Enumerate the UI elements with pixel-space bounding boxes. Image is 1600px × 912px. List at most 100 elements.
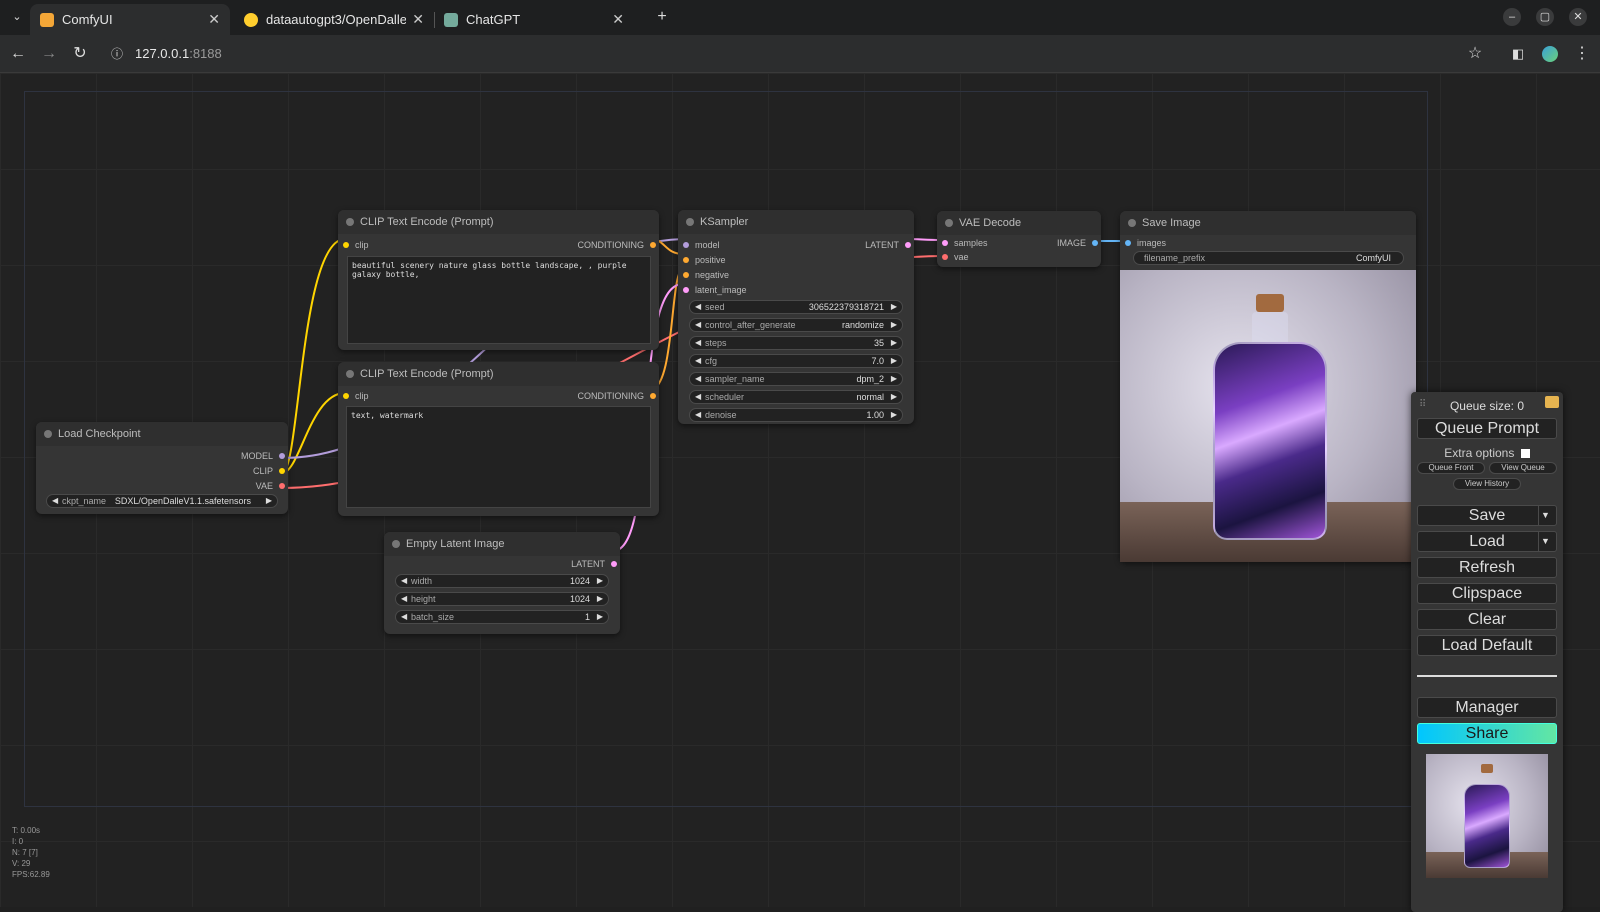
graph-canvas[interactable]: Load Checkpoint MODEL CLIP VAE ◀ ckpt_na… xyxy=(0,73,1600,912)
ksampler-node[interactable]: KSampler model positive negative latent_… xyxy=(678,210,914,424)
back-icon[interactable]: ← xyxy=(8,44,28,64)
clear-button[interactable]: Clear xyxy=(1417,609,1557,630)
settings-gear-icon[interactable] xyxy=(1545,396,1559,408)
input-samples[interactable]: samples xyxy=(942,237,988,249)
tab-list-icon[interactable]: ⌄ xyxy=(7,7,27,27)
ckpt-name-widget[interactable]: ◀ ckpt_name SDXL/OpenDalleV1.1.safetenso… xyxy=(46,494,278,508)
collapse-dot-icon[interactable] xyxy=(1128,219,1136,227)
share-button[interactable]: Share xyxy=(1417,723,1557,744)
collapse-dot-icon[interactable] xyxy=(945,219,953,227)
input-latent-image[interactable]: latent_image xyxy=(683,284,747,296)
output-conditioning[interactable]: CONDITIONING xyxy=(578,390,656,402)
queue-size-label: Queue size: 0 xyxy=(1449,399,1525,413)
sampler-name-widget[interactable]: ◀ sampler_name dpm_2 ▶ xyxy=(689,372,903,386)
forward-icon[interactable]: → xyxy=(39,44,59,64)
manager-button[interactable]: Manager xyxy=(1417,697,1557,718)
url-field[interactable]: 127.0.0.1:8188 xyxy=(135,46,222,61)
output-latent[interactable]: LATENT xyxy=(865,239,911,251)
address-bar: ← → ↻ ⓘ 127.0.0.1:8188 ☆ ◧ ⋮ xyxy=(0,35,1600,73)
queue-prompt-button[interactable]: Queue Prompt xyxy=(1417,418,1557,439)
decrement-arrow-icon[interactable]: ◀ xyxy=(52,495,58,507)
input-model[interactable]: model xyxy=(683,239,720,251)
output-image[interactable]: IMAGE xyxy=(1057,237,1098,249)
seed-widget[interactable]: ◀ seed 306522379318721 ▶ xyxy=(689,300,903,314)
new-tab-button[interactable]: + xyxy=(652,7,672,27)
input-clip[interactable]: clip xyxy=(343,390,369,402)
galaxy-bottle xyxy=(1464,784,1510,868)
extra-options-row: Extra options xyxy=(1411,446,1563,460)
comfyui-favicon xyxy=(40,12,54,27)
tab-title: dataautogpt3/OpenDalle xyxy=(266,12,406,27)
tab-comfyui[interactable]: ComfyUI ✕ xyxy=(30,4,230,35)
collapse-dot-icon[interactable] xyxy=(44,430,52,438)
huggingface-favicon xyxy=(244,12,258,27)
extra-options-checkbox[interactable] xyxy=(1520,449,1530,459)
browser-menu-icon[interactable]: ⋮ xyxy=(1572,44,1592,64)
prompt-textarea[interactable]: text, watermark xyxy=(346,406,651,508)
canvas-stats: T: 0.00s I: 0 N: 7 [7] V: 29 FPS:62.89 xyxy=(12,825,50,880)
queue-preview-thumbnail[interactable] xyxy=(1426,754,1548,878)
save-dropdown-icon[interactable]: ▼ xyxy=(1538,506,1552,525)
view-queue-button[interactable]: View Queue xyxy=(1489,462,1557,474)
tab-opendalle[interactable]: dataautogpt3/OpenDalle ✕ xyxy=(234,4,434,35)
url-host: 127.0.0.1 xyxy=(135,46,190,61)
collapse-dot-icon[interactable] xyxy=(346,370,354,378)
height-widget[interactable]: ◀ height 1024 ▶ xyxy=(395,592,609,606)
minimize-icon[interactable]: – xyxy=(1503,8,1521,26)
collapse-dot-icon[interactable] xyxy=(686,218,694,226)
output-latent[interactable]: LATENT xyxy=(571,558,617,570)
collapse-dot-icon[interactable] xyxy=(346,218,354,226)
stat-nodes: N: 7 [7] xyxy=(12,848,38,857)
view-history-button[interactable]: View History xyxy=(1453,478,1521,490)
input-images[interactable]: images xyxy=(1125,237,1166,249)
load-checkpoint-node[interactable]: Load Checkpoint MODEL CLIP VAE ◀ ckpt_na… xyxy=(36,422,288,514)
scheduler-widget[interactable]: ◀ scheduler normal ▶ xyxy=(689,390,903,404)
close-window-icon[interactable]: ✕ xyxy=(1569,8,1587,26)
output-clip[interactable]: CLIP xyxy=(253,465,285,477)
increment-arrow-icon[interactable]: ▶ xyxy=(266,495,272,507)
profile-avatar[interactable] xyxy=(1540,44,1560,64)
save-image-node[interactable]: Save Image images filename_prefix ComfyUI xyxy=(1120,211,1416,562)
save-button[interactable]: Save ▼ xyxy=(1417,505,1557,526)
clipspace-button[interactable]: Clipspace xyxy=(1417,583,1557,604)
denoise-widget[interactable]: ◀ denoise 1.00 ▶ xyxy=(689,408,903,422)
steps-widget[interactable]: ◀ steps 35 ▶ xyxy=(689,336,903,350)
filename-prefix-widget[interactable]: filename_prefix ComfyUI xyxy=(1133,251,1404,265)
vae-decode-node[interactable]: VAE Decode samples vae IMAGE xyxy=(937,211,1101,267)
input-negative[interactable]: negative xyxy=(683,269,729,281)
load-dropdown-icon[interactable]: ▼ xyxy=(1538,532,1552,551)
maximize-icon[interactable]: ▢ xyxy=(1536,8,1554,26)
output-conditioning[interactable]: CONDITIONING xyxy=(578,239,656,251)
prompt-textarea[interactable]: beautiful scenery nature glass bottle la… xyxy=(347,256,651,344)
control-after-generate-widget[interactable]: ◀ control_after_generate randomize ▶ xyxy=(689,318,903,332)
cfg-widget[interactable]: ◀ cfg 7.0 ▶ xyxy=(689,354,903,368)
browser-tab-bar: ⌄ ComfyUI ✕ dataautogpt3/OpenDalle ✕ Cha… xyxy=(0,0,1600,35)
bookmark-star-icon[interactable]: ☆ xyxy=(1465,44,1485,64)
output-vae[interactable]: VAE xyxy=(256,480,285,492)
input-vae[interactable]: vae xyxy=(942,251,969,263)
collapse-dot-icon[interactable] xyxy=(392,540,400,548)
extra-options-label: Extra options xyxy=(1444,446,1515,460)
clip-text-encode-positive-node[interactable]: CLIP Text Encode (Prompt) clip CONDITION… xyxy=(338,210,659,350)
batch-size-widget[interactable]: ◀ batch_size 1 ▶ xyxy=(395,610,609,624)
output-model[interactable]: MODEL xyxy=(241,450,285,462)
close-tab-icon[interactable]: ✕ xyxy=(412,11,424,28)
input-clip[interactable]: clip xyxy=(343,239,369,251)
close-tab-icon[interactable]: ✕ xyxy=(612,11,624,28)
load-default-button[interactable]: Load Default xyxy=(1417,635,1557,656)
width-widget[interactable]: ◀ width 1024 ▶ xyxy=(395,574,609,588)
input-positive[interactable]: positive xyxy=(683,254,726,266)
tab-chatgpt[interactable]: ChatGPT ✕ xyxy=(434,4,634,35)
galaxy-bottle xyxy=(1213,342,1327,540)
url-port: :8188 xyxy=(189,46,222,61)
side-panel-icon[interactable]: ◧ xyxy=(1508,44,1528,64)
close-tab-icon[interactable]: ✕ xyxy=(208,11,220,28)
site-info-icon[interactable]: ⓘ xyxy=(107,44,127,64)
refresh-button[interactable]: Refresh xyxy=(1417,557,1557,578)
reload-icon[interactable]: ↻ xyxy=(70,44,90,64)
generated-image-preview[interactable] xyxy=(1120,270,1416,562)
clip-text-encode-negative-node[interactable]: CLIP Text Encode (Prompt) clip CONDITION… xyxy=(338,362,659,516)
empty-latent-image-node[interactable]: Empty Latent Image LATENT ◀ width 1024 ▶ ◀ h… xyxy=(384,532,620,634)
load-button[interactable]: Load ▼ xyxy=(1417,531,1557,552)
queue-front-button[interactable]: Queue Front xyxy=(1417,462,1485,474)
